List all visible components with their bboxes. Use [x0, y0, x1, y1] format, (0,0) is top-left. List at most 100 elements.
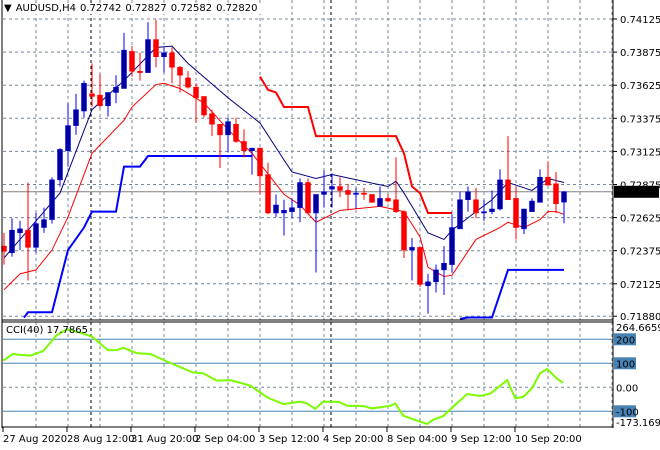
price-axis-label: 0.73625 — [620, 81, 660, 92]
open-value: 0.72742 — [80, 3, 122, 14]
candle-body — [57, 149, 63, 181]
cci-axis-max: 264.6659 — [616, 323, 660, 334]
candle-body — [553, 183, 559, 204]
price-axis-label: 0.71880 — [620, 312, 660, 323]
candle-body — [497, 179, 503, 210]
candle-body — [441, 263, 447, 271]
candle-body — [305, 182, 311, 214]
candle — [201, 96, 207, 118]
candle-body — [489, 208, 495, 212]
candle-body — [513, 198, 519, 228]
candle-body — [329, 186, 335, 190]
candle-body — [81, 82, 87, 112]
candle-body — [241, 141, 247, 151]
candle-body — [49, 179, 55, 220]
price-axis-label: 0.73125 — [620, 147, 660, 158]
candle-body — [377, 198, 383, 207]
candle-body — [353, 192, 359, 195]
candle-body — [225, 121, 231, 136]
candle-body — [297, 182, 303, 208]
candle-body — [105, 92, 111, 106]
cci-axis-label: 200 — [616, 335, 635, 346]
triangle-down-icon[interactable]: ▼ — [4, 3, 12, 14]
price-axis-label: 0.73875 — [620, 48, 660, 59]
candle-body — [521, 208, 527, 230]
candle-body — [169, 52, 175, 68]
cci-axis-label: -100 — [616, 407, 639, 418]
cci-axis-label: 0.00 — [616, 383, 638, 394]
chart-header: ▼ AUDUSD,H4 0.72742 0.72827 0.72582 0.72820 — [4, 3, 262, 14]
candle — [417, 247, 423, 288]
candle-body — [385, 198, 391, 202]
candle-body — [73, 109, 79, 126]
price-axis-label: 0.72625 — [620, 214, 660, 225]
candle-body — [273, 204, 279, 214]
candle-body — [193, 86, 199, 99]
candle-body — [409, 247, 415, 251]
candle-body — [145, 39, 151, 73]
price-chart: 0.74125 0.73875 0.73625 0.73375 0.73125 0.728… — [0, 0, 660, 450]
candle-body — [433, 269, 439, 283]
candle-body — [185, 77, 191, 88]
cci-name: CCI(40) — [6, 325, 44, 336]
candle-body — [313, 194, 319, 214]
time-axis-label: 10 Sep 20:00 — [515, 434, 582, 445]
candle — [369, 194, 375, 203]
candle-body — [473, 199, 479, 214]
candle-body — [217, 124, 223, 136]
candle-body — [89, 93, 95, 97]
candle-body — [209, 113, 215, 125]
candle-body — [177, 67, 183, 76]
candle-body — [233, 124, 239, 142]
cci-header: CCI(40) 17.7865 — [6, 325, 88, 336]
candle-body — [561, 191, 567, 203]
candle-body — [265, 174, 271, 214]
candle-body — [337, 186, 343, 191]
high-value: 0.72827 — [125, 3, 167, 14]
candle-body — [545, 176, 551, 186]
cci-axis-label: 100 — [616, 359, 635, 370]
candle — [305, 178, 311, 215]
candle-body — [425, 281, 431, 287]
candle-body — [153, 39, 159, 57]
candle-body — [25, 229, 31, 248]
candle-body — [401, 211, 407, 251]
candle-body — [121, 49, 127, 89]
candle-body — [345, 190, 351, 195]
candle-body — [505, 179, 511, 200]
cci-value: 17.7865 — [46, 325, 88, 336]
candle-body — [457, 199, 463, 230]
candle-body — [129, 51, 135, 72]
candle-body — [465, 191, 471, 200]
cci-axis-min: -173.1699 — [616, 418, 660, 429]
time-axis-label: 27 Aug 2020 — [3, 434, 67, 445]
candle — [49, 177, 55, 224]
candle-body — [289, 207, 295, 212]
candle-body — [481, 211, 487, 214]
candle-body — [537, 176, 543, 203]
time-axis-label: 28 Aug 12:00 — [67, 434, 134, 445]
candle-body — [201, 96, 207, 116]
candle-body — [41, 219, 47, 228]
price-axis-label: 0.73375 — [620, 114, 660, 125]
candle-body — [161, 52, 167, 57]
candle-body — [257, 147, 263, 177]
candle-body — [9, 229, 15, 253]
candle-body — [361, 192, 367, 195]
candle-body — [449, 227, 455, 265]
price-axis-label: 0.74125 — [620, 15, 660, 26]
candle-body — [65, 125, 71, 151]
time-axis-label: 3 Sep 12:00 — [259, 434, 319, 445]
candle-body — [137, 71, 143, 73]
time-axis-label: 2 Sep 04:00 — [195, 434, 255, 445]
candle-body — [17, 228, 23, 234]
time-axis-label: 31 Aug 20:00 — [131, 434, 198, 445]
candle-body — [281, 210, 287, 214]
low-value: 0.72582 — [170, 3, 213, 14]
time-axis-label: 4 Sep 20:00 — [323, 434, 383, 445]
price-axis-label: 0.72375 — [620, 247, 660, 258]
candle-body — [33, 223, 39, 248]
candle-body — [417, 247, 423, 285]
candle-body — [393, 199, 399, 212]
price-axis-label: 0.72125 — [620, 280, 660, 291]
